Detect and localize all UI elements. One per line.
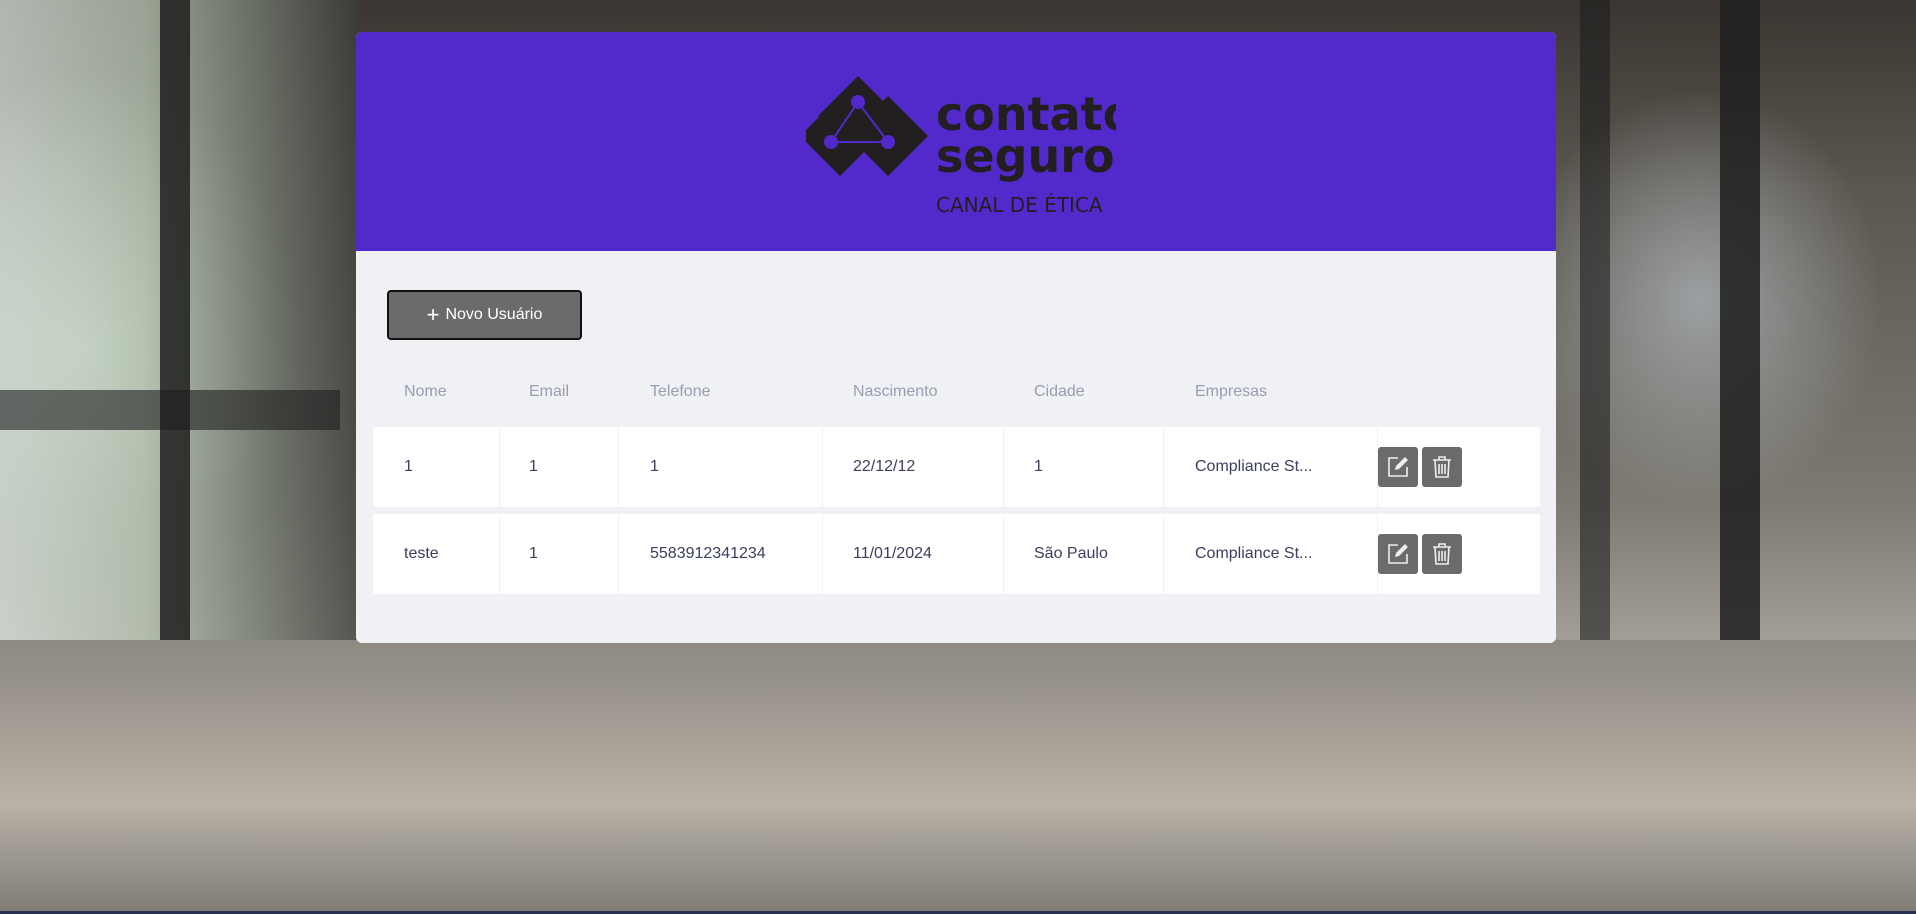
edit-button[interactable] xyxy=(1378,534,1418,574)
edit-icon xyxy=(1388,457,1408,477)
table-row: teste 1 5583912341234 11/01/2024 São Pau… xyxy=(373,514,1540,594)
table-header: Nome Email Telefone Nascimento Cidade Em… xyxy=(373,372,1540,412)
new-user-label: Novo Usuário xyxy=(445,306,543,323)
svg-text:CANAL DE ÉTICA: CANAL DE ÉTICA xyxy=(936,193,1103,216)
cell-nascimento: 22/12/12 xyxy=(853,458,916,475)
cell-email: 1 xyxy=(529,458,538,475)
cell-empresas: Compliance St... xyxy=(1195,458,1313,475)
column-header-nascimento: Nascimento xyxy=(853,383,938,400)
cell-nome: 1 xyxy=(404,458,413,475)
brand-header: contato seguro CANAL DE ÉTICA xyxy=(356,32,1556,251)
column-header-empresas: Empresas xyxy=(1195,383,1268,400)
edit-icon xyxy=(1388,544,1408,564)
delete-button[interactable] xyxy=(1422,534,1462,574)
contato-seguro-logo: contato seguro CANAL DE ÉTICA xyxy=(806,76,1116,216)
edit-button[interactable] xyxy=(1378,447,1418,487)
cell-telefone: 5583912341234 xyxy=(650,545,766,562)
background-floor xyxy=(0,640,1916,914)
cell-email: 1 xyxy=(529,545,538,562)
column-header-nome: Nome xyxy=(404,383,447,400)
cell-telefone: 1 xyxy=(650,458,659,475)
column-header-telefone: Telefone xyxy=(650,383,711,400)
column-header-cidade: Cidade xyxy=(1034,383,1085,400)
users-card: contato seguro CANAL DE ÉTICA + Novo Usu… xyxy=(356,32,1556,643)
svg-text:seguro: seguro xyxy=(936,129,1115,183)
delete-button[interactable] xyxy=(1422,447,1462,487)
column-header-email: Email xyxy=(529,383,570,400)
trash-icon xyxy=(1433,543,1451,565)
table-row: 1 1 1 22/12/12 1 Compliance St... xyxy=(373,427,1540,507)
cell-cidade: 1 xyxy=(1034,458,1043,475)
cell-empresas: Compliance St... xyxy=(1195,545,1313,562)
background-pillar xyxy=(160,0,190,700)
background-pillar xyxy=(1580,0,1610,680)
trash-icon xyxy=(1433,456,1451,478)
cell-nascimento: 11/01/2024 xyxy=(853,545,932,562)
cell-cidade: São Paulo xyxy=(1034,545,1108,562)
plus-icon: + xyxy=(426,302,440,327)
background-pillar xyxy=(1720,0,1760,720)
background-beam xyxy=(0,390,340,430)
cell-nome: teste xyxy=(404,545,439,562)
new-user-button[interactable]: + Novo Usuário xyxy=(387,290,582,340)
